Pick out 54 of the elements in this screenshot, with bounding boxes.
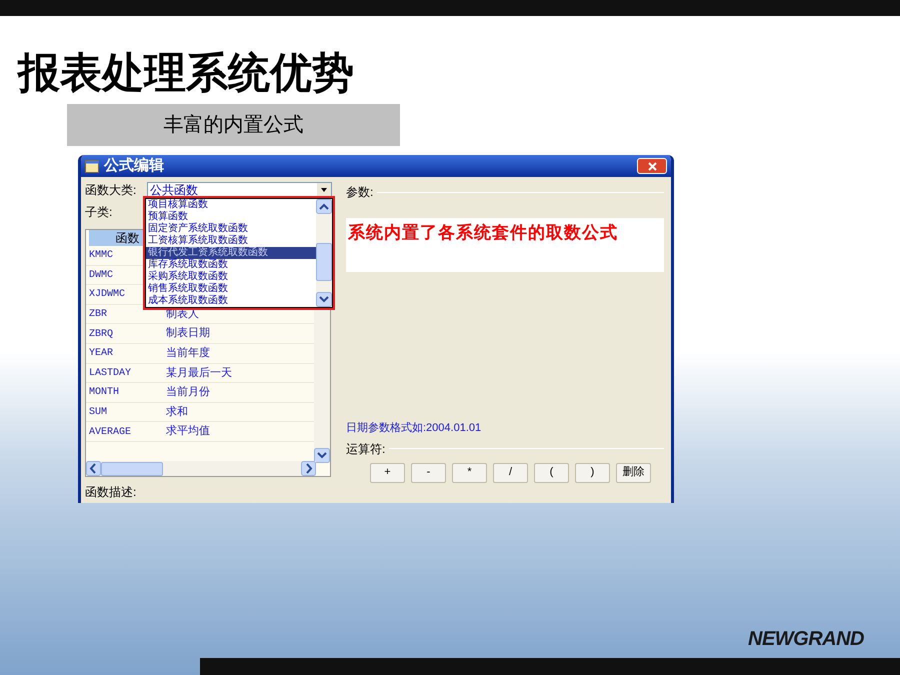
dropdown-scrollbar[interactable] — [316, 199, 332, 307]
table-cell: XJDWMC — [89, 289, 126, 300]
table-cell: SUM — [89, 407, 108, 418]
subcategory-label: 子类: — [85, 204, 112, 221]
table-cell: ZBR — [89, 309, 108, 320]
slide-title: 报表处理系统优势 — [18, 48, 355, 98]
dropdown-option[interactable]: 成本系统取数函数 — [146, 295, 316, 307]
dropdown-option[interactable]: 销售系统取数函数 — [146, 283, 316, 295]
operator-button[interactable]: ( — [534, 462, 569, 482]
callout-text: 系统内置了各系统套件的取数公式 — [348, 223, 618, 242]
scroll-thumb[interactable] — [316, 243, 332, 281]
table-cell: MONTH — [89, 387, 120, 398]
category-value: 公共函数 — [149, 182, 199, 199]
table-cell: 某月最后一天 — [166, 366, 232, 379]
table-cell: ZBRQ — [89, 328, 114, 340]
horizontal-scrollbar[interactable] — [86, 461, 316, 476]
table-cell: YEAR — [89, 348, 114, 360]
operator-button[interactable]: 删除 — [616, 462, 651, 482]
table-cell: 求平均值 — [166, 425, 210, 438]
scroll-up-icon[interactable] — [316, 199, 332, 214]
operators-label: 运算符: — [346, 440, 386, 458]
table-cell: 当前年度 — [166, 347, 210, 360]
scroll-right-icon[interactable] — [301, 461, 316, 476]
date-format-hint: 日期参数格式如:2004.01.01 — [346, 422, 482, 434]
operator-button[interactable]: ) — [575, 462, 610, 482]
table-cell: KMMC — [89, 250, 114, 262]
description-label: 函数描述: — [85, 485, 136, 499]
company-logo: NEWGRAND — [748, 627, 864, 652]
operator-button[interactable]: - — [411, 462, 446, 482]
table-cell: 当前月份 — [166, 386, 210, 398]
table-cell: 求和 — [166, 406, 188, 418]
close-button[interactable] — [637, 158, 667, 174]
table-cell: DWMC — [89, 270, 114, 281]
dropdown-option[interactable]: 库存系统取数函数 — [146, 259, 316, 271]
dropdown-option[interactable]: 项目核算函数 — [146, 199, 316, 211]
subtitle-banner: 丰富的内置公式 — [67, 104, 400, 146]
dropdown-option[interactable]: 银行代发工资系统取数函数 — [146, 247, 316, 259]
dropdown-option[interactable]: 预算函数 — [146, 211, 316, 223]
table-cell: AVERAGE — [89, 426, 132, 438]
table-cell: 制表日期 — [166, 327, 210, 340]
close-icon — [648, 162, 656, 170]
scroll-thumb[interactable] — [101, 462, 163, 476]
operator-button[interactable]: / — [493, 462, 528, 482]
window-title: 公式编辑 — [104, 156, 164, 176]
operator-button[interactable]: + — [370, 462, 405, 482]
scroll-down-icon[interactable] — [314, 448, 330, 463]
parameters-label: 参数: — [346, 184, 374, 201]
scroll-down-icon[interactable] — [316, 292, 332, 307]
table-cell: LASTDAY — [89, 368, 132, 379]
category-label: 函数大类: — [85, 182, 138, 199]
scroll-left-icon[interactable] — [86, 461, 101, 476]
dropdown-option[interactable]: 采购系统取数函数 — [146, 271, 316, 283]
operator-button[interactable]: * — [452, 462, 487, 482]
window-icon — [85, 160, 99, 172]
